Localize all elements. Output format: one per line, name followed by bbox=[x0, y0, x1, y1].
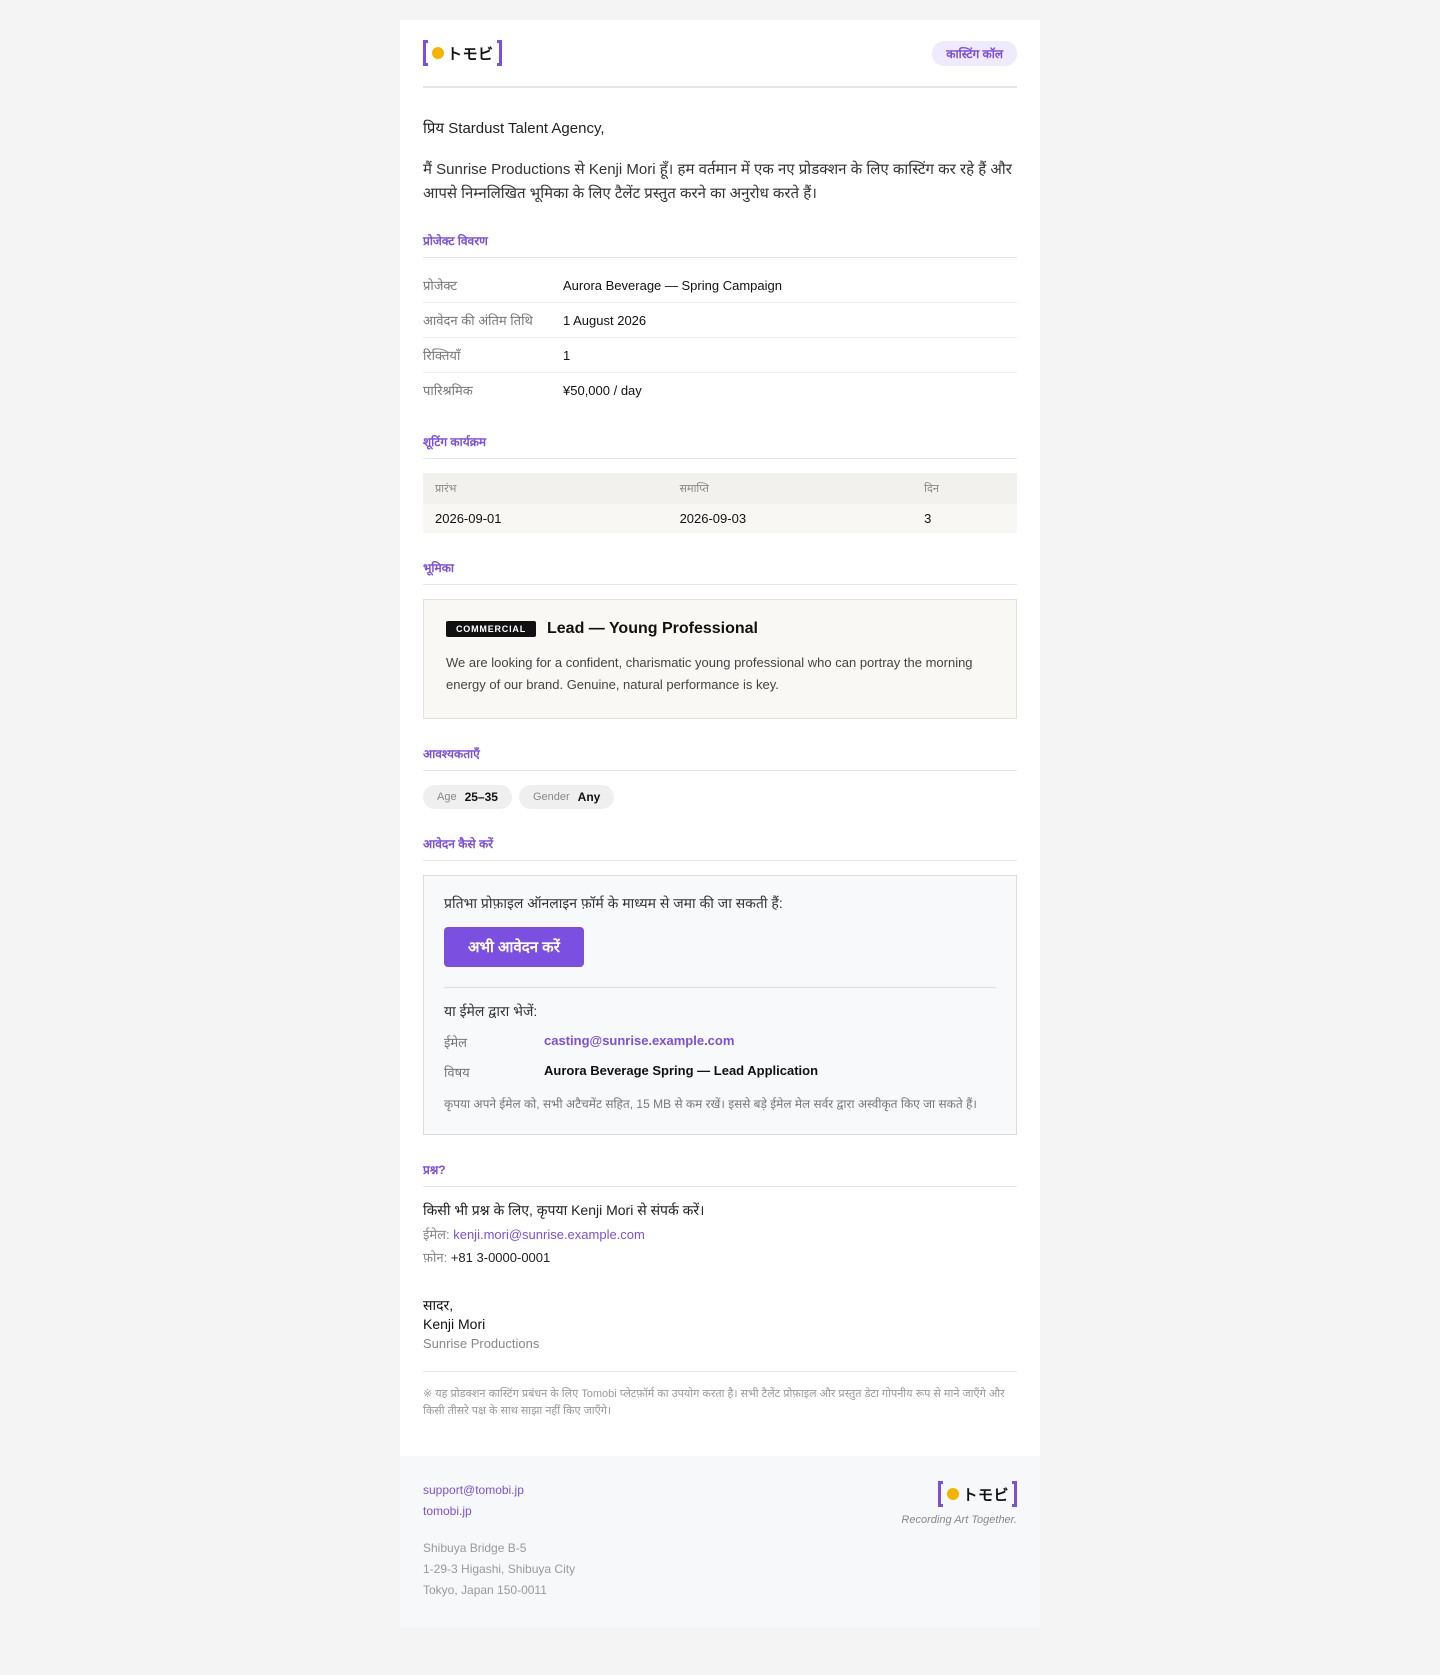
chip-key: Gender bbox=[532, 791, 570, 803]
email-footer: support@tomobi.jp tomobi.jp Shibuya Brid… bbox=[400, 1456, 1040, 1627]
project-details-list: प्रोजेक्ट Aurora Beverage — Spring Campa… bbox=[423, 268, 1017, 407]
address-line: Tokyo, Japan 150-0011 bbox=[423, 1583, 547, 1597]
table-row: 2026-09-01 2026-09-03 3 bbox=[423, 504, 1017, 533]
address-line: 1-29-3 Higashi, Shibuya City bbox=[423, 1562, 576, 1576]
schedule-col-end: समाप्ति bbox=[667, 473, 913, 504]
contact-email-label: ईमेल: bbox=[423, 1227, 450, 1242]
schedule-end-date: 2026-09-03 bbox=[667, 504, 913, 533]
role-name: Lead — Young Professional bbox=[547, 620, 758, 637]
section-title-questions: प्रश्न? bbox=[423, 1161, 1017, 1187]
address-line: Shibuya Bridge B-5 bbox=[423, 1541, 527, 1555]
site-link[interactable]: tomobi.jp bbox=[423, 1501, 575, 1522]
divider bbox=[444, 987, 996, 988]
apply-subject-value: Aurora Beverage Spring — Lead Applicatio… bbox=[544, 1063, 819, 1078]
signature-company: Sunrise Productions bbox=[423, 1336, 540, 1351]
detail-key: प्रोजेक्ट bbox=[423, 278, 458, 293]
requirement-chip-age: Age 25–35 bbox=[423, 785, 512, 809]
logo-text: トモビ bbox=[447, 44, 494, 63]
apply-now-button[interactable]: अभी आवेदन करें bbox=[444, 927, 584, 967]
footer-tomobi-logo[interactable]: トモビ bbox=[901, 1480, 1017, 1508]
apply-lead-text: प्रतिभा प्रोफ़ाइल ऑनलाइन फ़ॉर्म के माध्य… bbox=[444, 895, 783, 911]
signature-name: Kenji Mori bbox=[423, 1316, 486, 1332]
contact-email-line: ईमेल: kenji.mori@sunrise.example.com bbox=[423, 1225, 1017, 1243]
detail-row: पारिश्रमिक ¥50,000 / day bbox=[423, 373, 1017, 407]
or-email-text: या ईमेल द्वारा भेजें: bbox=[444, 1003, 538, 1019]
section-title-requirements: आवश्यकताएँ bbox=[423, 745, 1017, 771]
email-card: トモビ कास्टिंग कॉल प्रिय Stardust Talent A… bbox=[400, 20, 1040, 1627]
intro-paragraph: मैं Sunrise Productions से Kenji Mori हू… bbox=[423, 161, 1012, 202]
email-header: トモビ कास्टिंग कॉल bbox=[423, 20, 1017, 88]
role-description: We are looking for a confident, charisma… bbox=[446, 655, 973, 692]
chip-value: Any bbox=[577, 790, 601, 804]
section-title-project-details: प्रोजेक्ट विवरण bbox=[423, 232, 1017, 258]
chip-key: Age bbox=[437, 791, 457, 803]
requirements-chips: Age 25–35 Gender Any bbox=[423, 785, 1017, 809]
apply-email-row: ईमेल casting@sunrise.example.com bbox=[444, 1033, 996, 1051]
logo-bracket-left bbox=[938, 1481, 944, 1507]
greeting: प्रिय Stardust Talent Agency, bbox=[423, 120, 605, 137]
schedule-col-days: दिन bbox=[912, 473, 1017, 504]
apply-box: प्रतिभा प्रोफ़ाइल ऑनलाइन फ़ॉर्म के माध्य… bbox=[423, 875, 1017, 1135]
role-category-tag: COMMERCIAL bbox=[446, 621, 536, 637]
support-email-link[interactable]: support@tomobi.jp bbox=[423, 1480, 575, 1501]
privacy-disclaimer: ※ यह प्रोडक्शन कास्टिंग प्रबंधन के लिए T… bbox=[423, 1371, 1017, 1456]
schedule-header-row: प्रारंभ समाप्ति दिन bbox=[423, 473, 1017, 504]
signature: सादर, Kenji Mori Sunrise Productions bbox=[423, 1296, 1017, 1353]
chip-value: 25–35 bbox=[464, 790, 498, 804]
detail-value: 1 August 2026 bbox=[563, 312, 647, 328]
detail-row: रिक्तियाँ 1 bbox=[423, 338, 1017, 373]
schedule-start-date: 2026-09-01 bbox=[423, 504, 668, 533]
email-size-note: कृपया अपने ईमेल को, सभी अटैचमेंट सहित, 1… bbox=[444, 1097, 977, 1111]
schedule-col-start: प्रारंभ bbox=[423, 473, 668, 504]
footer-address: Shibuya Bridge B-5 1-29-3 Higashi, Shibu… bbox=[423, 1538, 575, 1601]
schedule-table: प्रारंभ समाप्ति दिन 2026-09-01 2026-09-0… bbox=[423, 473, 1017, 533]
signature-closing: सादर, bbox=[423, 1297, 454, 1313]
footer-right: トモビ Recording Art Together. bbox=[901, 1480, 1017, 1601]
logo-bracket-right bbox=[1012, 1481, 1017, 1507]
casting-call-badge: कास्टिंग कॉल bbox=[932, 40, 1017, 66]
logo-dot-icon bbox=[947, 1488, 960, 1500]
role-card: COMMERCIAL Lead — Young Professional We … bbox=[423, 599, 1017, 719]
contact-email-link[interactable]: kenji.mori@sunrise.example.com bbox=[453, 1227, 645, 1242]
logo-text: トモビ bbox=[962, 1485, 1009, 1504]
detail-key: पारिश्रमिक bbox=[423, 383, 473, 398]
contact-phone-label: फ़ोन: bbox=[423, 1250, 448, 1265]
section-title-how-to-apply: आवेदन कैसे करें bbox=[423, 835, 1017, 861]
section-title-role: भूमिका bbox=[423, 559, 1017, 585]
detail-value: ¥50,000 / day bbox=[563, 382, 642, 398]
apply-subject-label: विषय bbox=[444, 1065, 470, 1080]
logo-bracket-right bbox=[496, 40, 502, 66]
contact-phone-value: +81 3-0000-0001 bbox=[450, 1250, 551, 1265]
detail-value: Aurora Beverage — Spring Campaign bbox=[563, 277, 782, 293]
detail-key: आवेदन की अंतिम तिथि bbox=[423, 313, 533, 328]
apply-email-label: ईमेल bbox=[444, 1035, 467, 1050]
questions-text: किसी भी प्रश्न के लिए, कृपया Kenji Mori … bbox=[423, 1202, 705, 1218]
footer-left: support@tomobi.jp tomobi.jp Shibuya Brid… bbox=[423, 1480, 575, 1601]
section-title-schedule: शूटिंग कार्यक्रम bbox=[423, 433, 1017, 459]
footer-tagline: Recording Art Together. bbox=[901, 1514, 1017, 1526]
logo-bracket-left bbox=[423, 40, 428, 66]
contact-phone-line: फ़ोन: +81 3-0000-0001 bbox=[423, 1248, 1017, 1266]
detail-row: प्रोजेक्ट Aurora Beverage — Spring Campa… bbox=[423, 268, 1017, 303]
logo-dot-icon bbox=[432, 47, 444, 59]
detail-value: 1 bbox=[563, 347, 571, 363]
tomobi-logo[interactable]: トモビ bbox=[423, 39, 502, 67]
detail-row: आवेदन की अंतिम तिथि 1 August 2026 bbox=[423, 303, 1017, 338]
apply-subject-row: विषय Aurora Beverage Spring — Lead Appli… bbox=[444, 1063, 996, 1081]
requirement-chip-gender: Gender Any bbox=[518, 785, 615, 809]
schedule-days: 3 bbox=[912, 504, 1017, 533]
detail-key: रिक्तियाँ bbox=[423, 348, 461, 363]
apply-email-link[interactable]: casting@sunrise.example.com bbox=[544, 1033, 734, 1051]
